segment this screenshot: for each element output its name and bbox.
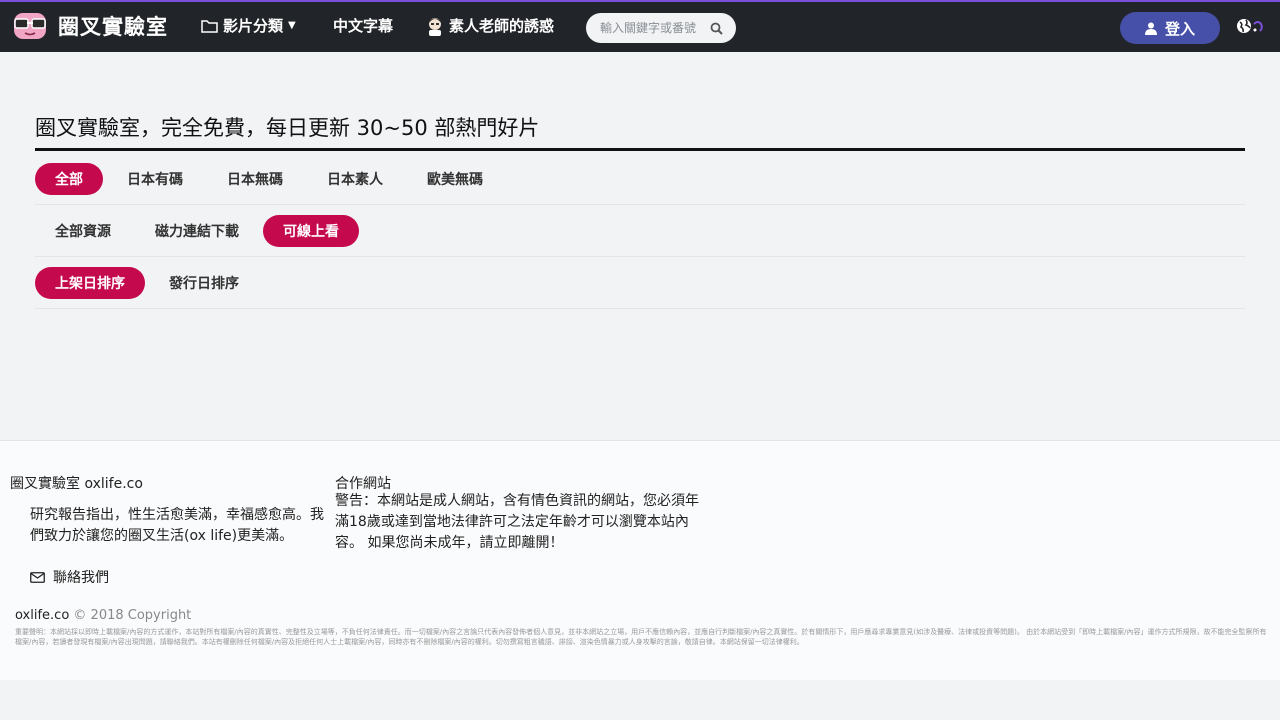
age-warning-text: 警告：本網站是成人網站，含有情色資訊的網站，您必須年滿18歲或達到當地法律許可之…: [335, 493, 699, 551]
footer-brand-line: 圈叉實驗室 oxlife.co: [10, 476, 143, 492]
contact-label: 聯絡我們: [53, 570, 109, 586]
search-box: [586, 13, 736, 43]
sort-by-upload-date[interactable]: 上架日排序: [35, 266, 145, 299]
filter-resource-all[interactable]: 全部資源: [35, 215, 131, 247]
filter-resource-magnet[interactable]: 磁力連結下載: [135, 215, 259, 247]
search-icon[interactable]: [710, 22, 723, 35]
legal-disclaimer: 重要聲明：本網站採以即時上載檔案/內容的方式運作，本站對所有檔案/內容的真實性、…: [15, 628, 1267, 646]
nav-categories-dropdown[interactable]: 影片分類 ▼: [201, 15, 296, 36]
user-icon: [1144, 22, 1157, 35]
footer-about-text: 研究報告指出，性生活愈美滿，幸福感愈高。我們致力於讓您的圈叉生活(ox life…: [30, 507, 324, 544]
teacher-avatar-icon: [429, 17, 441, 36]
sort-filter-row: 上架日排序 發行日排序: [35, 257, 1245, 309]
resource-filter-row: 全部資源 磁力連結下載 可線上看: [35, 205, 1245, 257]
footer: 圈叉實驗室 oxlife.co 研究報告指出，性生活愈美滿，幸福感愈高。我們致力…: [0, 440, 1280, 680]
envelope-icon: [30, 571, 45, 583]
page-title: 圈叉實驗室，完全免費，每日更新 30~50 部熱門好片: [35, 112, 1245, 151]
nav-amateur-label: 素人老師的誘惑: [449, 17, 555, 35]
partners-title: 合作網站: [335, 476, 391, 492]
sort-by-release-date[interactable]: 發行日排序: [149, 267, 259, 299]
site-logo[interactable]: 圈叉實驗室: [10, 11, 168, 41]
nav-subtitles-label: 中文字幕: [333, 17, 394, 35]
folder-icon: [201, 19, 218, 33]
contact-link[interactable]: 聯絡我們: [30, 567, 109, 587]
filter-category-all[interactable]: 全部: [35, 162, 103, 195]
login-button[interactable]: 登入: [1120, 12, 1220, 44]
filter-category-jp-censored[interactable]: 日本有碼: [107, 163, 203, 195]
search-input[interactable]: [600, 21, 710, 35]
page-bottom-strip: [0, 680, 1280, 720]
filter-category-western-uncensored[interactable]: 歐美無碼: [407, 163, 503, 195]
copyright-site[interactable]: oxlife.co: [15, 608, 69, 623]
nav-amateur[interactable]: 素人老師的誘惑: [426, 15, 554, 36]
globe-icon[interactable]: [1236, 18, 1266, 38]
filter-category-jp-uncensored[interactable]: 日本無碼: [207, 163, 303, 195]
copyright: oxlife.co © 2018 Copyright: [15, 608, 191, 623]
caret-down-icon: ▼: [288, 20, 296, 31]
login-label: 登入: [1164, 19, 1195, 38]
filter-category-jp-amateur[interactable]: 日本素人: [307, 163, 403, 195]
top-navbar: 圈叉實驗室 影片分類 ▼ 中文字幕 素人老師的誘惑 登入: [0, 0, 1280, 52]
copyright-text: © 2018 Copyright: [69, 608, 192, 623]
site-name: 圈叉實驗室: [58, 15, 168, 39]
glasses-face-icon: [14, 13, 46, 39]
nav-categories-label: 影片分類: [223, 17, 284, 35]
category-filter-row: 全部 日本有碼 日本無碼 日本素人 歐美無碼: [35, 153, 1245, 205]
nav-subtitles[interactable]: 中文字幕: [333, 15, 393, 36]
filter-resource-online[interactable]: 可線上看: [263, 214, 359, 247]
